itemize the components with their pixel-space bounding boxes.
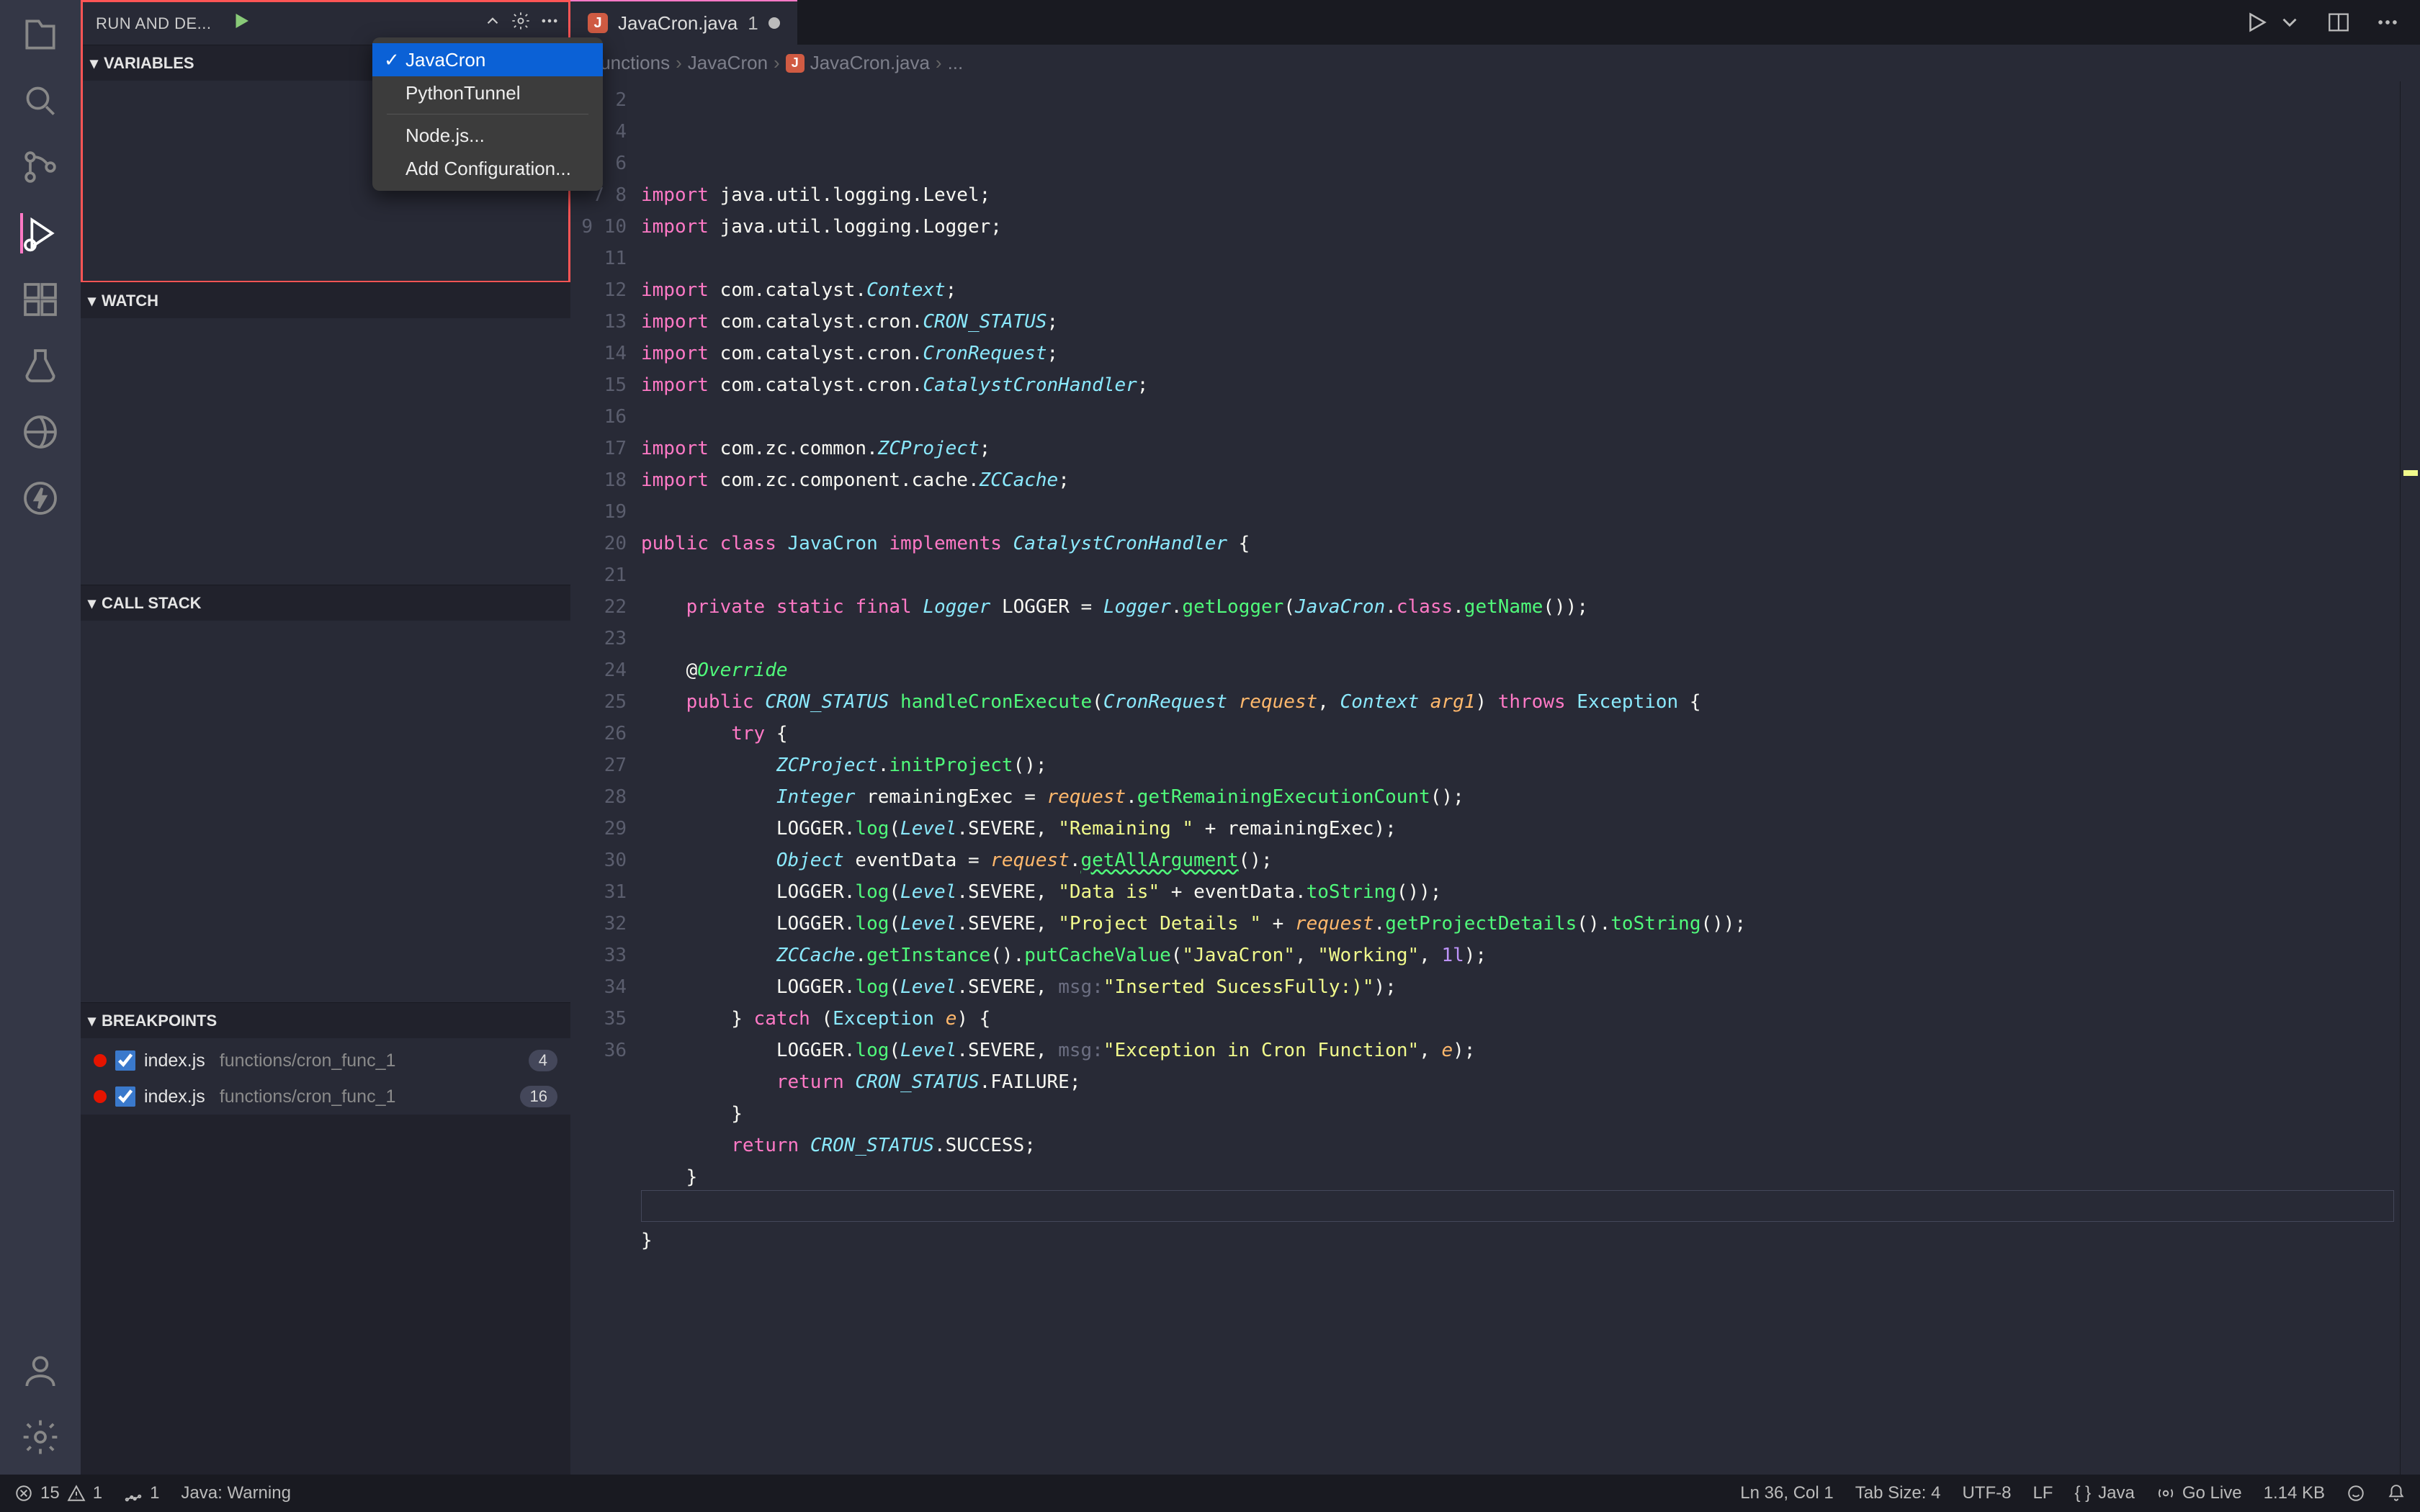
breakpoint-file: index.js [144, 1086, 205, 1107]
section-breakpoints-label: BREAKPOINTS [102, 1012, 217, 1030]
braces-icon: { } [2074, 1483, 2091, 1503]
thunder-icon[interactable] [20, 478, 60, 518]
section-breakpoints-header[interactable]: ▾ BREAKPOINTS [81, 1002, 570, 1038]
debug-gear-icon[interactable] [511, 11, 531, 36]
java-file-icon: J [588, 13, 608, 33]
dropdown-option-label: JavaCron [405, 49, 485, 71]
breadcrumb-item[interactable]: functions [595, 52, 670, 74]
java-file-icon: J [786, 54, 805, 73]
chevron-down-icon: ▾ [88, 292, 96, 310]
breakpoint-checkbox[interactable] [115, 1086, 135, 1107]
breakpoint-dot-icon [94, 1090, 107, 1103]
chevron-down-icon: ▾ [88, 594, 96, 613]
editor-viewport[interactable]: 1 2 3 4 5 6 7 8 9 10 11 12 13 14 15 16 1… [570, 81, 2420, 1475]
live-share-icon[interactable] [20, 412, 60, 452]
status-language[interactable]: { } Java [2074, 1483, 2134, 1503]
dropdown-option-label: PythonTunnel [405, 82, 520, 104]
run-debug-icon[interactable] [20, 213, 60, 253]
breakpoint-path: functions/cron_func_1 [220, 1086, 396, 1107]
status-other[interactable]: 1 [124, 1483, 159, 1503]
breakpoint-dot-icon [94, 1054, 107, 1067]
tab-modified-dot-icon [768, 17, 780, 29]
dropdown-option-pythontunnel[interactable]: PythonTunnel [372, 76, 603, 109]
debug-config-dropdown: ✓ JavaCron PythonTunnel Node.js... Add C… [372, 37, 603, 191]
dropdown-option-add-config[interactable]: Add Configuration... [372, 152, 603, 185]
tab-bar: J JavaCron.java 1 [570, 0, 2420, 45]
status-encoding[interactable]: UTF-8 [1962, 1483, 2011, 1503]
dropdown-option-label: Node.js... [405, 125, 485, 147]
line-number-gutter: 1 2 3 4 5 6 7 8 9 10 11 12 13 14 15 16 1… [570, 81, 641, 1475]
breakpoint-file: index.js [144, 1050, 205, 1071]
status-bell-icon[interactable] [2387, 1484, 2406, 1503]
more-actions-icon[interactable] [2375, 10, 2400, 35]
breakpoint-line-badge: 16 [520, 1086, 557, 1107]
panel-title: RUN AND DE... [91, 14, 212, 33]
tab-badge: 1 [748, 12, 758, 35]
tab-javacron[interactable]: J JavaCron.java 1 [570, 0, 797, 45]
breadcrumb-item[interactable]: ... [948, 52, 964, 74]
testing-icon[interactable] [20, 346, 60, 386]
run-debug-panel: RUN AND DE... ▾ VARIABLES [81, 0, 570, 1475]
dropdown-option-label: Add Configuration... [405, 158, 571, 180]
status-cursor-position[interactable]: Ln 36, Col 1 [1740, 1483, 1833, 1503]
overview-ruler[interactable] [2400, 81, 2420, 1475]
status-language-label: Java [2098, 1483, 2135, 1503]
code-content[interactable]: import java.util.logging.Level;import ja… [641, 81, 2400, 1475]
tab-filename: JavaCron.java [618, 12, 738, 35]
status-feedback-icon[interactable] [2347, 1484, 2365, 1503]
more-actions-icon[interactable] [539, 11, 560, 36]
dropdown-option-javacron[interactable]: ✓ JavaCron [372, 43, 603, 76]
settings-gear-icon[interactable] [20, 1417, 60, 1457]
status-eol[interactable]: LF [2033, 1483, 2053, 1503]
activity-bar [0, 0, 81, 1475]
status-errors-count: 15 [40, 1483, 60, 1503]
status-tabsize[interactable]: Tab Size: 4 [1855, 1483, 1941, 1503]
section-callstack-header[interactable]: ▾ CALL STACK [81, 585, 570, 621]
status-filesize[interactable]: 1.14 KB [2264, 1483, 2325, 1503]
account-icon[interactable] [20, 1351, 60, 1391]
chevron-down-icon: ▾ [88, 1012, 96, 1030]
status-bar: 15 1 1 Java: Warning Ln 36, Col 1 Tab Si… [0, 1475, 2420, 1512]
status-golive-label: Go Live [2182, 1483, 2242, 1503]
status-warnings-count: 1 [93, 1483, 102, 1503]
extensions-icon[interactable] [20, 279, 60, 320]
split-editor-icon[interactable] [2326, 10, 2351, 35]
check-icon: ✓ [384, 49, 398, 71]
breadcrumb-item[interactable]: JavaCron [688, 52, 768, 74]
breakpoint-row[interactable]: index.js functions/cron_func_1 4 [81, 1043, 570, 1079]
breakpoint-checkbox[interactable] [115, 1050, 135, 1071]
explorer-icon[interactable] [20, 14, 60, 55]
run-file-button[interactable] [2244, 10, 2269, 35]
chevron-down-icon[interactable] [2277, 10, 2302, 35]
chevron-down-icon: ▾ [90, 54, 98, 73]
status-other-count: 1 [150, 1483, 159, 1503]
watch-body [81, 318, 570, 585]
chevron-right-icon: › [676, 52, 682, 74]
breakpoint-row[interactable]: index.js functions/cron_func_1 16 [81, 1079, 570, 1115]
search-icon[interactable] [20, 81, 60, 121]
section-variables-label: VARIABLES [104, 54, 194, 73]
status-java[interactable]: Java: Warning [181, 1483, 291, 1503]
chevron-right-icon: › [774, 52, 780, 74]
breadcrumb-item[interactable]: JavaCron.java [810, 52, 930, 74]
section-watch-label: WATCH [102, 292, 158, 310]
dropdown-option-nodejs[interactable]: Node.js... [372, 119, 603, 152]
chevron-right-icon: › [936, 52, 942, 74]
section-watch-header[interactable]: ▾ WATCH [81, 282, 570, 318]
breakpoint-line-badge: 4 [529, 1050, 557, 1071]
editor-area: J JavaCron.java 1 [570, 0, 2420, 1475]
breakpoint-path: functions/cron_func_1 [220, 1050, 396, 1071]
status-golive[interactable]: Go Live [2156, 1483, 2242, 1503]
breadcrumb[interactable]: functions › JavaCron › J JavaCron.java ›… [570, 45, 2420, 81]
status-errors[interactable]: 15 1 [14, 1483, 102, 1503]
start-debug-button[interactable] [230, 10, 252, 37]
source-control-icon[interactable] [20, 147, 60, 187]
callstack-body [81, 621, 570, 1002]
section-callstack-label: CALL STACK [102, 594, 202, 613]
chevron-down-icon[interactable] [483, 12, 502, 35]
